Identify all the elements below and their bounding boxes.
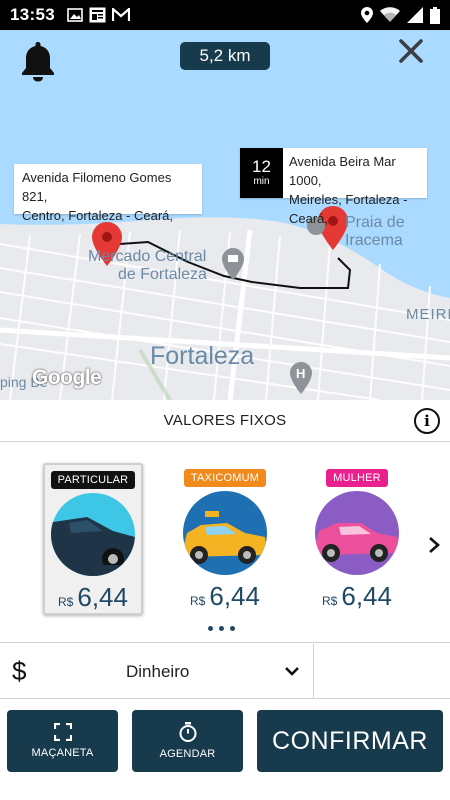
car-mulher-icon [315, 491, 399, 575]
dollar-icon: $ [12, 656, 27, 686]
map-label-mercado: Mercado Central de Fortaleza [88, 248, 207, 283]
distance-badge: 5,2 km [180, 42, 270, 70]
confirmar-label: CONFIRMAR [272, 726, 428, 755]
signal-icon [407, 7, 423, 23]
price-value: 6,44 [341, 581, 392, 611]
price-value: 6,44 [209, 581, 260, 611]
image-icon [67, 8, 83, 22]
agendar-label: AGENDAR [159, 748, 216, 760]
option-badge: TAXICOMUM [183, 469, 267, 487]
price-currency: R$ [322, 594, 338, 608]
option-price: R$ 6,44 [322, 581, 392, 612]
origin-address-text: Avenida Filomeno Gomes 821, Centro, Fort… [22, 170, 174, 223]
eta-unit: min [253, 176, 270, 187]
wifi-icon [380, 7, 400, 22]
action-bar: MAÇANETA AGENDAR CONFIRMAR [0, 700, 450, 800]
pagination-dot [219, 626, 224, 631]
location-icon [361, 7, 373, 23]
destination-address-text: Avenida Beira Mar 1000, Meireles, Fortal… [289, 154, 408, 226]
map-view[interactable]: H Mercado Central de Fortaleza Praia de … [0, 30, 450, 400]
svg-text:H: H [296, 366, 305, 381]
origin-address-card[interactable]: Avenida Filomeno Gomes 821, Centro, Fort… [14, 164, 202, 223]
ride-options: PARTICULAR R$ 6,44 TAXICOMUM R$ 6,44 MUL… [0, 443, 450, 643]
info-icon[interactable]: i [414, 408, 440, 434]
app-screen: 13:53 H Mercado Central de Fortaleza Pra… [0, 0, 450, 800]
pagination-dot [208, 626, 213, 631]
option-taxicomum[interactable]: TAXICOMUM R$ 6,44 [175, 463, 275, 615]
notification-bell-icon[interactable] [20, 40, 56, 82]
macaneta-label: MAÇANETA [31, 747, 94, 759]
pagination-dot [230, 626, 235, 631]
panel-title: VALORES FIXOS [163, 412, 287, 429]
eta-badge: 12 min [240, 148, 283, 198]
gmail-icon [111, 8, 130, 21]
option-badge: MULHER [326, 469, 388, 487]
status-time: 13:53 [10, 5, 55, 24]
chevron-right-icon[interactable] [424, 535, 444, 555]
price-currency: R$ [190, 594, 206, 608]
notification-icons [67, 7, 130, 23]
chevron-down-icon [285, 667, 299, 676]
expand-icon [53, 723, 72, 741]
close-icon[interactable] [398, 38, 424, 64]
agendar-button[interactable]: AGENDAR [132, 710, 243, 772]
payment-method-label: Dinheiro [126, 662, 190, 681]
payment-method-select[interactable]: $ Dinheiro [0, 644, 314, 699]
news-icon [89, 7, 106, 23]
option-price: R$ 6,44 [190, 581, 260, 612]
battery-icon [430, 6, 440, 24]
system-icons [361, 6, 440, 24]
car-particular-icon [51, 492, 135, 576]
stopwatch-icon [179, 722, 196, 742]
map-label-praia: Praia de Iracema [345, 214, 405, 249]
option-price: R$ 6,44 [58, 582, 128, 613]
eta-value: 12 [252, 157, 271, 176]
price-value: 6,44 [77, 582, 128, 612]
option-badge: PARTICULAR [50, 471, 136, 489]
price-currency: R$ [58, 595, 74, 609]
destination-address-card[interactable]: 12 min Avenida Beira Mar 1000, Meireles,… [240, 148, 427, 226]
fixed-prices-header: VALORES FIXOS i [0, 400, 450, 442]
payment-extra-field[interactable] [315, 644, 450, 699]
google-logo: Google [32, 366, 102, 389]
option-particular[interactable]: PARTICULAR R$ 6,44 [43, 463, 143, 615]
payment-row: $ Dinheiro [0, 644, 450, 699]
map-label-meireles: MEIRE [406, 306, 450, 323]
confirmar-button[interactable]: CONFIRMAR [257, 710, 443, 772]
status-bar: 13:53 [0, 0, 450, 30]
pagination-dots [208, 626, 235, 631]
option-mulher[interactable]: MULHER R$ 6,44 [307, 463, 407, 615]
macaneta-button[interactable]: MAÇANETA [7, 710, 118, 772]
map-label-city: Fortaleza [150, 342, 255, 370]
car-taxi-icon [183, 491, 267, 575]
